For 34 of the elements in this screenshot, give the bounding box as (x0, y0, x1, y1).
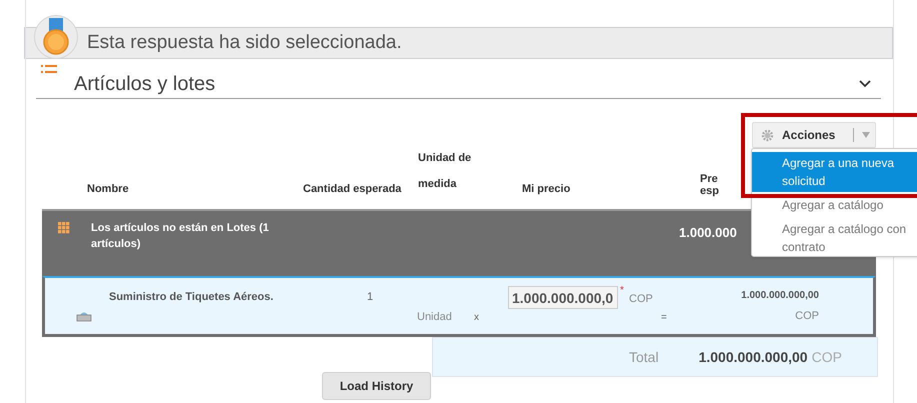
group-label: Los artículos no están en Lotes (1 artículos) (91, 221, 270, 252)
required-mark: * (620, 284, 624, 298)
column-header: Unidad de medida (418, 151, 472, 192)
item-quantity: 1 (367, 290, 374, 305)
load-history-button[interactable]: Load History (322, 372, 431, 400)
item-total: 1.000.000.000,00 (741, 289, 819, 303)
menu-item[interactable]: Agregar a una nueva solicitud (752, 152, 917, 192)
chevron-icon[interactable] (859, 80, 871, 88)
item-name: Suministro de Tiquetes Aéreos. (109, 290, 274, 305)
banner-text: Esta respuesta ha sido seleccionada. (87, 30, 402, 55)
column-header: Cantidad esperada (303, 182, 402, 196)
caret-icon (862, 132, 870, 138)
gear-icon (761, 128, 774, 142)
column-header: Mi precio (522, 182, 572, 196)
list-icon (41, 65, 57, 75)
price-currency: COP (629, 292, 653, 307)
total-currency: COP (812, 348, 842, 366)
times-sign: x (474, 311, 479, 325)
grid-icon (58, 222, 70, 234)
price-field[interactable]: 1.000.000.000,0 (508, 286, 618, 309)
basket-icon (76, 310, 92, 322)
equals-sign: = (661, 311, 667, 325)
total-label: Total (629, 348, 659, 366)
item-unit: Unidad (417, 310, 452, 325)
total-amount: 1.000.000.000,00 (698, 348, 808, 366)
item-total-currency: COP (795, 309, 819, 324)
column-header: Pre esp (700, 173, 720, 197)
group-total: 1.000.000 (679, 224, 737, 242)
section-title: Artículos y lotes (74, 72, 216, 96)
actions-button[interactable]: Acciones (752, 122, 876, 148)
medal-icon (41, 18, 71, 56)
column-header: Nombre (87, 182, 130, 196)
menu-item[interactable]: Agregar a catálogo con contrato (752, 218, 917, 258)
menu-item[interactable]: Agregar a catálogo (752, 194, 917, 216)
